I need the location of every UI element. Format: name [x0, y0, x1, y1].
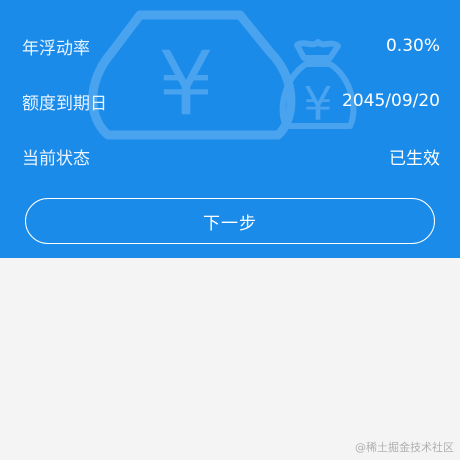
quota-expiry-row: 额度到期日 2045/09/20: [22, 88, 440, 114]
quota-expiry-value: 2045/09/20: [342, 91, 440, 111]
watermark: @稀土掘金技术社区: [355, 441, 454, 454]
current-status-value: 已生效: [389, 148, 440, 169]
page: ¥ ¥ 年浮动率 0.30% 额度到期日 2045/09/20 当前状态 已生效…: [0, 0, 460, 460]
current-status-row: 当前状态 已生效: [22, 143, 440, 169]
annual-float-rate-label: 年浮动率: [22, 38, 90, 59]
current-status-label: 当前状态: [22, 148, 90, 169]
annual-float-rate-row: 年浮动率 0.30%: [22, 33, 440, 59]
next-step-button[interactable]: 下一步: [25, 198, 435, 244]
annual-float-rate-value: 0.30%: [385, 36, 440, 56]
quota-info-panel: ¥ ¥ 年浮动率 0.30% 额度到期日 2045/09/20 当前状态 已生效…: [0, 0, 460, 258]
quota-expiry-label: 额度到期日: [22, 93, 107, 114]
